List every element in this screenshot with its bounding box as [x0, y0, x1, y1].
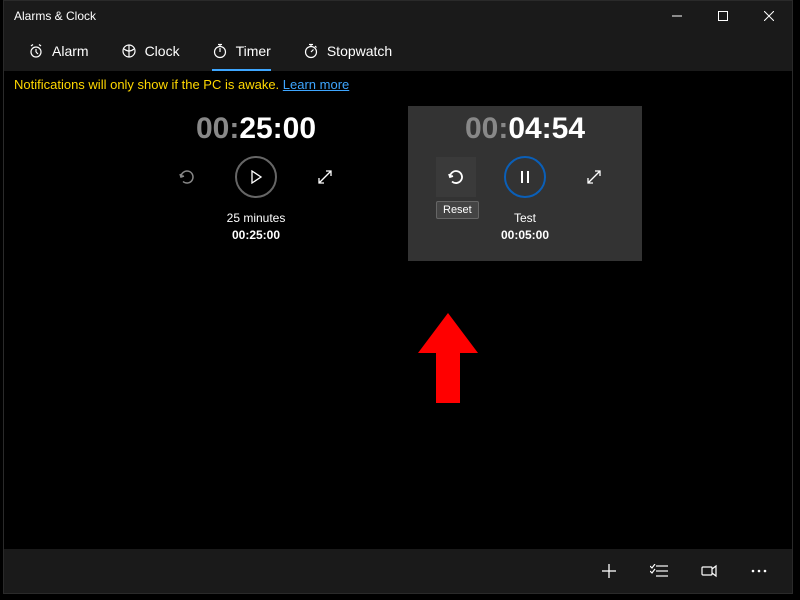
titlebar: Alarms & Clock — [4, 1, 792, 31]
timer-hours: 00: — [465, 112, 508, 145]
timer-meta: 25 minutes 00:25:00 — [146, 210, 366, 244]
plus-icon — [601, 563, 617, 579]
annotation-arrow — [418, 313, 478, 403]
window-title: Alarms & Clock — [4, 9, 96, 23]
bottom-bar — [4, 549, 792, 593]
timer-duration: 00:25:00 — [146, 227, 366, 244]
stopwatch-icon — [303, 43, 319, 59]
tab-timer[interactable]: Timer — [196, 31, 287, 71]
list-check-icon — [650, 564, 668, 578]
tab-label: Stopwatch — [327, 43, 392, 59]
select-button[interactable] — [634, 549, 684, 593]
tab-stopwatch[interactable]: Stopwatch — [287, 31, 408, 71]
ellipsis-icon — [751, 569, 767, 573]
timer-icon — [212, 43, 228, 59]
expand-icon — [586, 169, 602, 185]
window-controls — [654, 1, 792, 31]
more-button[interactable] — [734, 549, 784, 593]
learn-more-link[interactable]: Learn more — [283, 77, 349, 92]
timer-card-25min[interactable]: 00:25:00 25 minutes 00:25:00 — [146, 106, 366, 244]
clock-icon — [121, 43, 137, 59]
expand-button[interactable] — [305, 157, 345, 197]
expand-button[interactable] — [574, 157, 614, 197]
close-button[interactable] — [746, 1, 792, 31]
notification-bar: Notifications will only show if the PC i… — [4, 71, 792, 98]
timer-controls — [146, 156, 366, 198]
timer-name: 25 minutes — [146, 210, 366, 227]
play-icon — [249, 170, 263, 184]
content-area: 00:25:00 25 minutes 00:25:00 00:04:5 — [4, 98, 792, 549]
pause-icon — [519, 170, 531, 184]
tab-alarm[interactable]: Alarm — [12, 31, 105, 71]
tab-label: Timer — [236, 43, 271, 59]
pause-button[interactable] — [504, 156, 546, 198]
tab-bar: Alarm Clock Timer Stopwatch — [4, 31, 792, 71]
pin-button[interactable] — [684, 549, 734, 593]
expand-icon — [317, 169, 333, 185]
tab-label: Alarm — [52, 43, 89, 59]
timer-duration: 00:05:00 — [408, 227, 642, 244]
timer-controls: Reset — [408, 156, 642, 198]
maximize-button[interactable] — [700, 1, 746, 31]
app-window: Alarms & Clock Alarm Clock Timer Stopwat… — [3, 0, 793, 594]
notification-text: Notifications will only show if the PC i… — [14, 77, 283, 92]
timer-time: 04:54 — [508, 112, 585, 145]
reset-button[interactable]: Reset — [436, 157, 476, 197]
pin-icon — [701, 563, 717, 579]
play-button[interactable] — [235, 156, 277, 198]
minimize-button[interactable] — [654, 1, 700, 31]
reset-tooltip: Reset — [436, 201, 479, 219]
arrow-up-icon — [418, 313, 478, 403]
tab-label: Clock — [145, 43, 180, 59]
alarm-icon — [28, 43, 44, 59]
timer-display: 00:04:54 — [408, 106, 642, 146]
tab-clock[interactable]: Clock — [105, 31, 196, 71]
reset-button[interactable] — [167, 157, 207, 197]
reset-icon — [177, 167, 197, 187]
timer-card-test[interactable]: 00:04:54 Reset Test 00:05:00 — [408, 106, 642, 261]
timer-display: 00:25:00 — [146, 106, 366, 146]
reset-icon — [446, 167, 466, 187]
timer-hours: 00: — [196, 112, 239, 145]
add-button[interactable] — [584, 549, 634, 593]
timer-time: 25:00 — [239, 112, 316, 145]
